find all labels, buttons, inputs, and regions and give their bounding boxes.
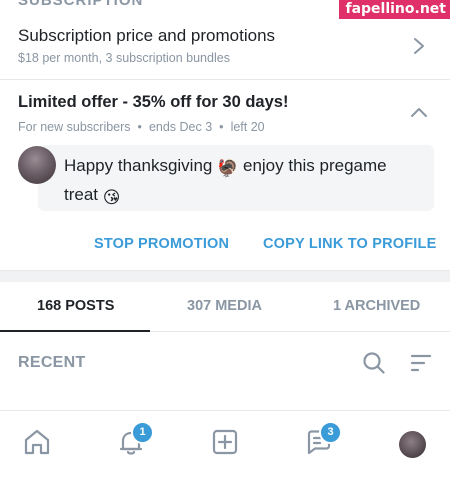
tab-archived[interactable]: 1 ARCHIVED <box>333 298 420 314</box>
separator-dot: • <box>137 120 142 134</box>
promotion-actions: STOP PROMOTION COPY LINK TO PROFILE <box>0 236 450 256</box>
bottom-navigation: 1 3 <box>0 410 450 488</box>
notifications-badge: 1 <box>131 421 154 444</box>
copy-link-button[interactable]: COPY LINK TO PROFILE <box>263 236 436 252</box>
recent-header: RECENT <box>0 332 450 392</box>
content-tabs: 168 POSTS 307 MEDIA 1 ARCHIVED <box>0 282 450 332</box>
stop-promotion-button[interactable]: STOP PROMOTION <box>94 236 229 252</box>
separator-dot: • <box>219 120 224 134</box>
offer-left: left 20 <box>230 120 265 134</box>
avatar[interactable] <box>18 146 56 184</box>
tab-media[interactable]: 307 MEDIA <box>187 298 262 314</box>
subscription-price-row[interactable]: Subscription price and promotions $18 pe… <box>0 20 450 80</box>
chevron-right-icon <box>414 38 424 54</box>
messages-button[interactable]: 3 <box>304 421 342 457</box>
subscription-title: Subscription price and promotions <box>18 26 276 45</box>
chevron-up-icon[interactable] <box>410 106 428 118</box>
offer-title: Limited offer - 35% off for 30 days! <box>18 93 289 111</box>
tab-posts[interactable]: 168 POSTS <box>37 298 114 314</box>
offer-ends: ends Dec 3 <box>148 120 213 134</box>
home-icon[interactable] <box>22 427 52 457</box>
subscription-detail: $18 per month, 3 subscription bundles <box>18 51 230 65</box>
message-text-before: Happy thanksgiving <box>64 156 218 175</box>
profile-avatar[interactable] <box>399 431 426 458</box>
offer-meta: For new subscribers • ends Dec 3 • left 20 <box>18 120 265 134</box>
section-divider <box>0 270 450 282</box>
kiss-face-icon: 😘 <box>102 188 121 207</box>
turkey-icon: 🦃 <box>217 159 239 178</box>
offer-audience: For new subscribers <box>18 120 131 134</box>
section-header: SUBSCRIPTION <box>18 0 144 9</box>
recent-label: RECENT <box>18 354 86 371</box>
notifications-button[interactable]: 1 <box>116 421 154 457</box>
promotion-message: Happy thanksgiving 🦃 enjoy this pregame … <box>64 153 424 211</box>
sort-icon[interactable] <box>410 353 432 373</box>
search-icon[interactable] <box>362 351 386 375</box>
messages-badge: 3 <box>319 421 342 444</box>
add-post-icon[interactable] <box>210 427 240 457</box>
watermark: fapellino.net <box>339 0 450 19</box>
